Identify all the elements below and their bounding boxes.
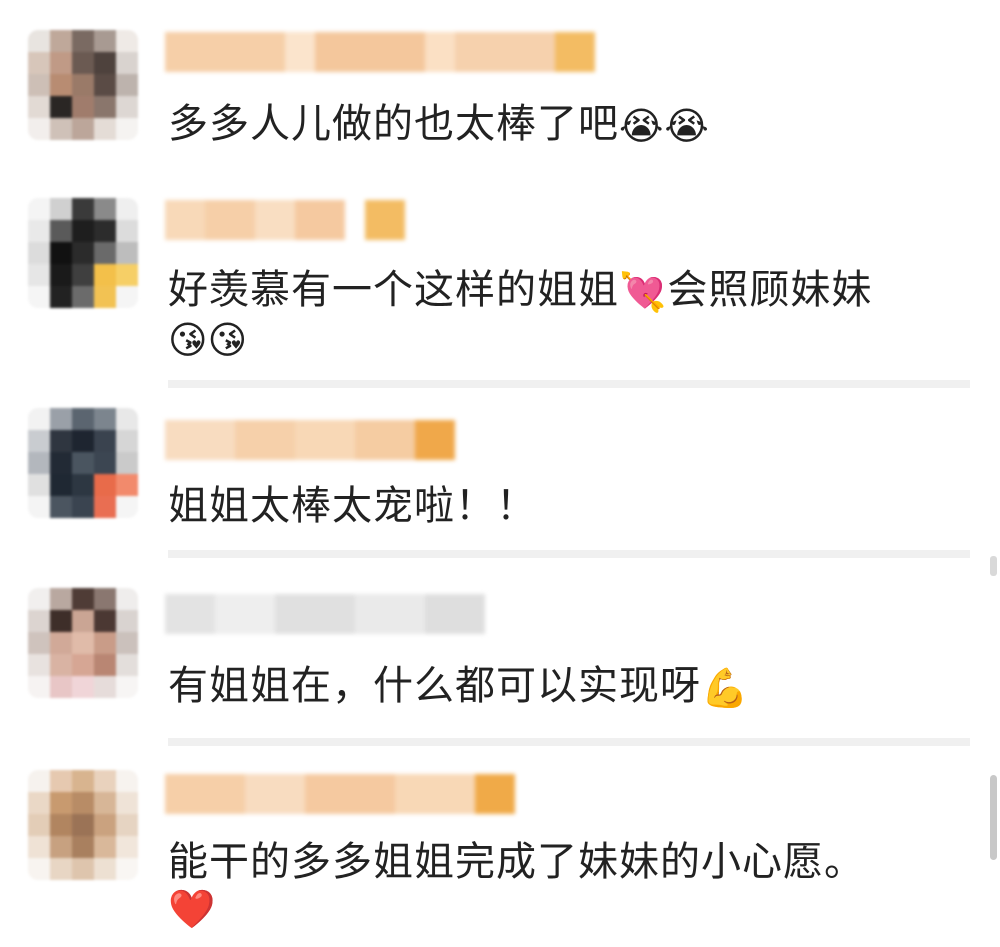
username-blurred[interactable] <box>165 594 485 634</box>
comment-text: 姐姐太棒太宠啦！！ <box>168 483 537 529</box>
vip-badge-icon <box>415 420 455 460</box>
comment-text: 好羡慕有一个这样的姐姐💘会照顾妹妹 <box>168 262 872 320</box>
crying-face-icon: 😭 <box>619 104 665 148</box>
heart-cupid-icon: 💘 <box>619 270 668 314</box>
vip-badge-icon <box>475 774 515 814</box>
comment-text-emoji-line: 😘😘 <box>168 315 247 365</box>
divider <box>168 738 970 746</box>
username-blurred[interactable] <box>165 774 515 814</box>
vip-badge-icon <box>555 32 595 72</box>
avatar[interactable] <box>28 588 138 698</box>
flexed-biceps-icon: 💪 <box>701 666 750 710</box>
crying-face-icon: 😭 <box>664 104 710 148</box>
blowing-kiss-icon: 😘 <box>207 318 248 362</box>
comment-text: 多多人儿做的也太棒了吧😭😭 <box>168 96 710 154</box>
divider <box>168 550 970 558</box>
avatar[interactable] <box>28 770 138 880</box>
comment-text: 有姐姐在，什么都可以实现呀💪 <box>168 658 749 716</box>
blowing-kiss-icon: 😘 <box>168 318 208 362</box>
red-heart-icon: ❤️ <box>168 887 216 931</box>
avatar[interactable] <box>28 30 138 140</box>
avatar[interactable] <box>28 408 138 518</box>
comment-text-emoji-line: ❤️ <box>168 884 215 934</box>
divider <box>168 380 970 388</box>
username-blurred[interactable] <box>165 32 595 72</box>
avatar[interactable] <box>28 198 138 308</box>
scrollbar-thumb[interactable] <box>990 775 997 860</box>
comment-text: 能干的多多姐姐完成了妹妹的小心愿。 <box>168 839 865 885</box>
username-blurred[interactable] <box>165 200 405 240</box>
username-blurred[interactable] <box>165 420 455 460</box>
scrollbar-tick <box>990 556 997 576</box>
vip-badge-icon <box>365 200 405 240</box>
